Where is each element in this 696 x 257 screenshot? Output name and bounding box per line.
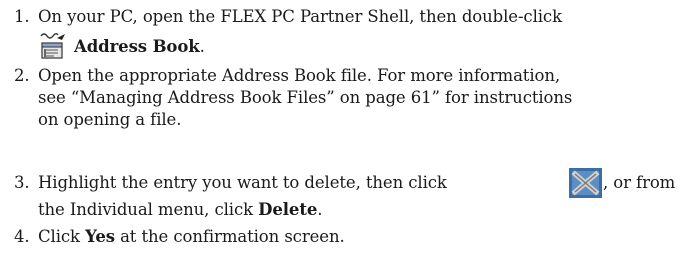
step-number: 2.	[14, 66, 30, 85]
step-number: 3.	[14, 173, 30, 192]
step-number: 4.	[14, 227, 30, 246]
delete-icon	[569, 168, 602, 198]
step-text-line-2: the Individual menu, click Delete.	[38, 199, 322, 221]
step-text: Click Yes at the confirmation screen.	[38, 226, 345, 248]
step-1-period: .	[199, 37, 205, 56]
step-4-text-before: Click	[38, 227, 86, 246]
address-book-icon	[40, 33, 65, 59]
step-number: 1.	[14, 7, 30, 26]
address-book-label: Address Book	[74, 37, 200, 56]
step-1-label-line: Address Book.	[74, 36, 205, 58]
step-text-after-icon: , or from	[603, 173, 676, 192]
step-text-line-1: Open the appropriate Address Book file. …	[38, 66, 561, 85]
step-3-line-2-text: the Individual menu, click	[38, 200, 259, 219]
delete-label: Delete	[258, 200, 318, 219]
step-text-line-1: Highlight the entry you want to delete, …	[38, 173, 447, 192]
step-4-text-after: at the confirmation screen.	[114, 227, 345, 246]
step-text: On your PC, open the FLEX PC Partner She…	[38, 7, 562, 26]
step-3-period: .	[317, 200, 323, 219]
step-text-line-2: see “Managing Address Book Files” on pag…	[38, 88, 573, 107]
step-text-line-3: on opening a file.	[38, 110, 182, 129]
yes-label: Yes	[85, 227, 115, 246]
